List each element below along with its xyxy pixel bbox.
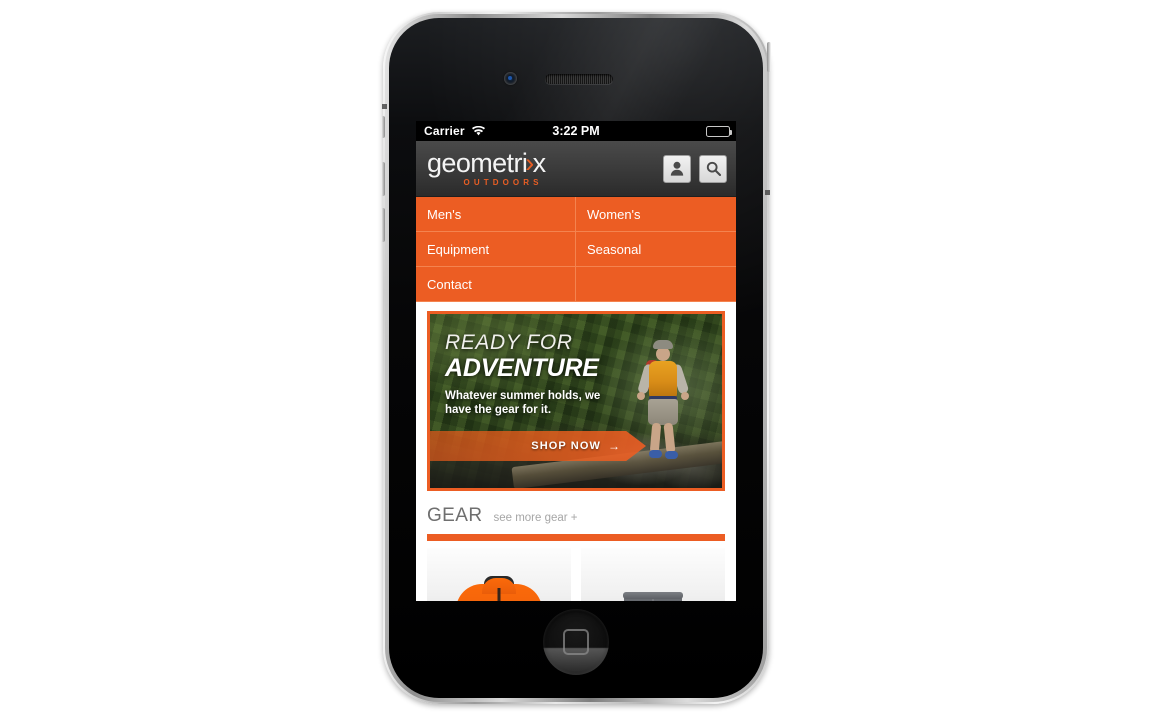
see-more-gear-link[interactable]: see more gear + (493, 512, 577, 524)
hiker-hand-left (637, 392, 645, 400)
search-icon (706, 161, 721, 176)
shop-now-label: SHOP NOW (531, 440, 601, 452)
phone-face: Carrier 3:22 PM geometri›x OUTDOORS Men'… (389, 18, 763, 698)
hiker-head (656, 347, 670, 361)
nav-item-empty (576, 267, 736, 302)
volume-up-button[interactable] (381, 162, 385, 196)
nav-label: Equipment (427, 241, 490, 257)
volume-down-button[interactable] (381, 208, 385, 242)
hero-banner[interactable]: READY FOR ADVENTURE Whatever summer hold… (427, 311, 725, 491)
main-navigation: Men's Women's Equipment Seasonal Contact (416, 197, 736, 302)
antenna-break-left (382, 104, 387, 109)
gear-section: GEAR see more gear + (416, 491, 736, 601)
hero-hiker-figure (636, 340, 692, 468)
jacket-zipper (497, 588, 501, 601)
person-icon (670, 161, 684, 176)
site-header: geometri›x OUTDOORS (416, 141, 736, 197)
hiker-shoe-left (649, 450, 662, 458)
nav-label: Men's (427, 206, 462, 222)
hero-kicker: READY FOR (445, 331, 573, 354)
shorts-seam (652, 599, 654, 601)
shorts-waistband (623, 592, 683, 599)
wifi-icon (471, 126, 485, 136)
phone-screen: Carrier 3:22 PM geometri›x OUTDOORS Men'… (416, 121, 736, 601)
gear-header: GEAR see more gear + (427, 505, 725, 527)
hiker-leg-right (663, 422, 676, 454)
hero-subtitle: Whatever summer holds, we have the gear … (445, 390, 601, 417)
logo-wordmark: geometri›x (427, 150, 546, 177)
account-button[interactable] (663, 154, 691, 183)
hero-copy: READY FOR ADVENTURE Whatever summer hold… (445, 332, 605, 417)
product-tile-gray-shorts[interactable] (581, 548, 725, 601)
hiker-shorts (648, 399, 678, 425)
logo-tagline: OUTDOORS (463, 178, 543, 187)
phone-device: Carrier 3:22 PM geometri›x OUTDOORS Men'… (381, 12, 771, 704)
hiker-hand-right (681, 392, 689, 400)
hiker-hat (653, 340, 673, 349)
nav-label: Seasonal (587, 241, 642, 257)
silent-switch[interactable] (381, 116, 385, 138)
nav-item-equipment[interactable]: Equipment (416, 232, 576, 267)
hiker-jacket (649, 361, 677, 398)
front-camera-icon (504, 72, 517, 85)
power-button[interactable] (767, 42, 771, 72)
carrier-label: Carrier (424, 124, 465, 138)
antenna-break-right (765, 190, 770, 195)
gear-divider-bar (427, 534, 725, 541)
search-button[interactable] (699, 154, 727, 183)
nav-item-contact[interactable]: Contact (416, 267, 576, 302)
hiker-leg-left (649, 422, 662, 454)
nav-item-mens[interactable]: Men's (416, 197, 576, 232)
earpiece-speaker-icon (545, 74, 613, 84)
battery-full-icon (706, 125, 732, 137)
brand-logo[interactable]: geometri›x OUTDOORS (427, 150, 546, 187)
home-button[interactable] (543, 609, 609, 675)
nav-item-seasonal[interactable]: Seasonal (576, 232, 736, 267)
product-tile-orange-jacket[interactable] (427, 548, 571, 601)
arrow-right-icon: → (608, 439, 620, 453)
logo-word-part1: geometri (427, 148, 528, 178)
logo-word-part2: x (532, 148, 547, 178)
nav-label: Contact (427, 276, 472, 292)
status-bar: Carrier 3:22 PM (416, 121, 736, 141)
shop-now-button[interactable]: SHOP NOW → (430, 431, 646, 461)
gear-product-grid (427, 548, 725, 601)
header-actions (663, 154, 727, 183)
nav-item-womens[interactable]: Women's (576, 197, 736, 232)
gear-title: GEAR (427, 505, 483, 526)
home-square-icon (563, 629, 589, 655)
hiker-shoe-right (665, 451, 678, 459)
hero-headline: ADVENTURE (445, 354, 599, 382)
nav-label: Women's (587, 206, 641, 222)
hero-section: READY FOR ADVENTURE Whatever summer hold… (416, 302, 736, 491)
